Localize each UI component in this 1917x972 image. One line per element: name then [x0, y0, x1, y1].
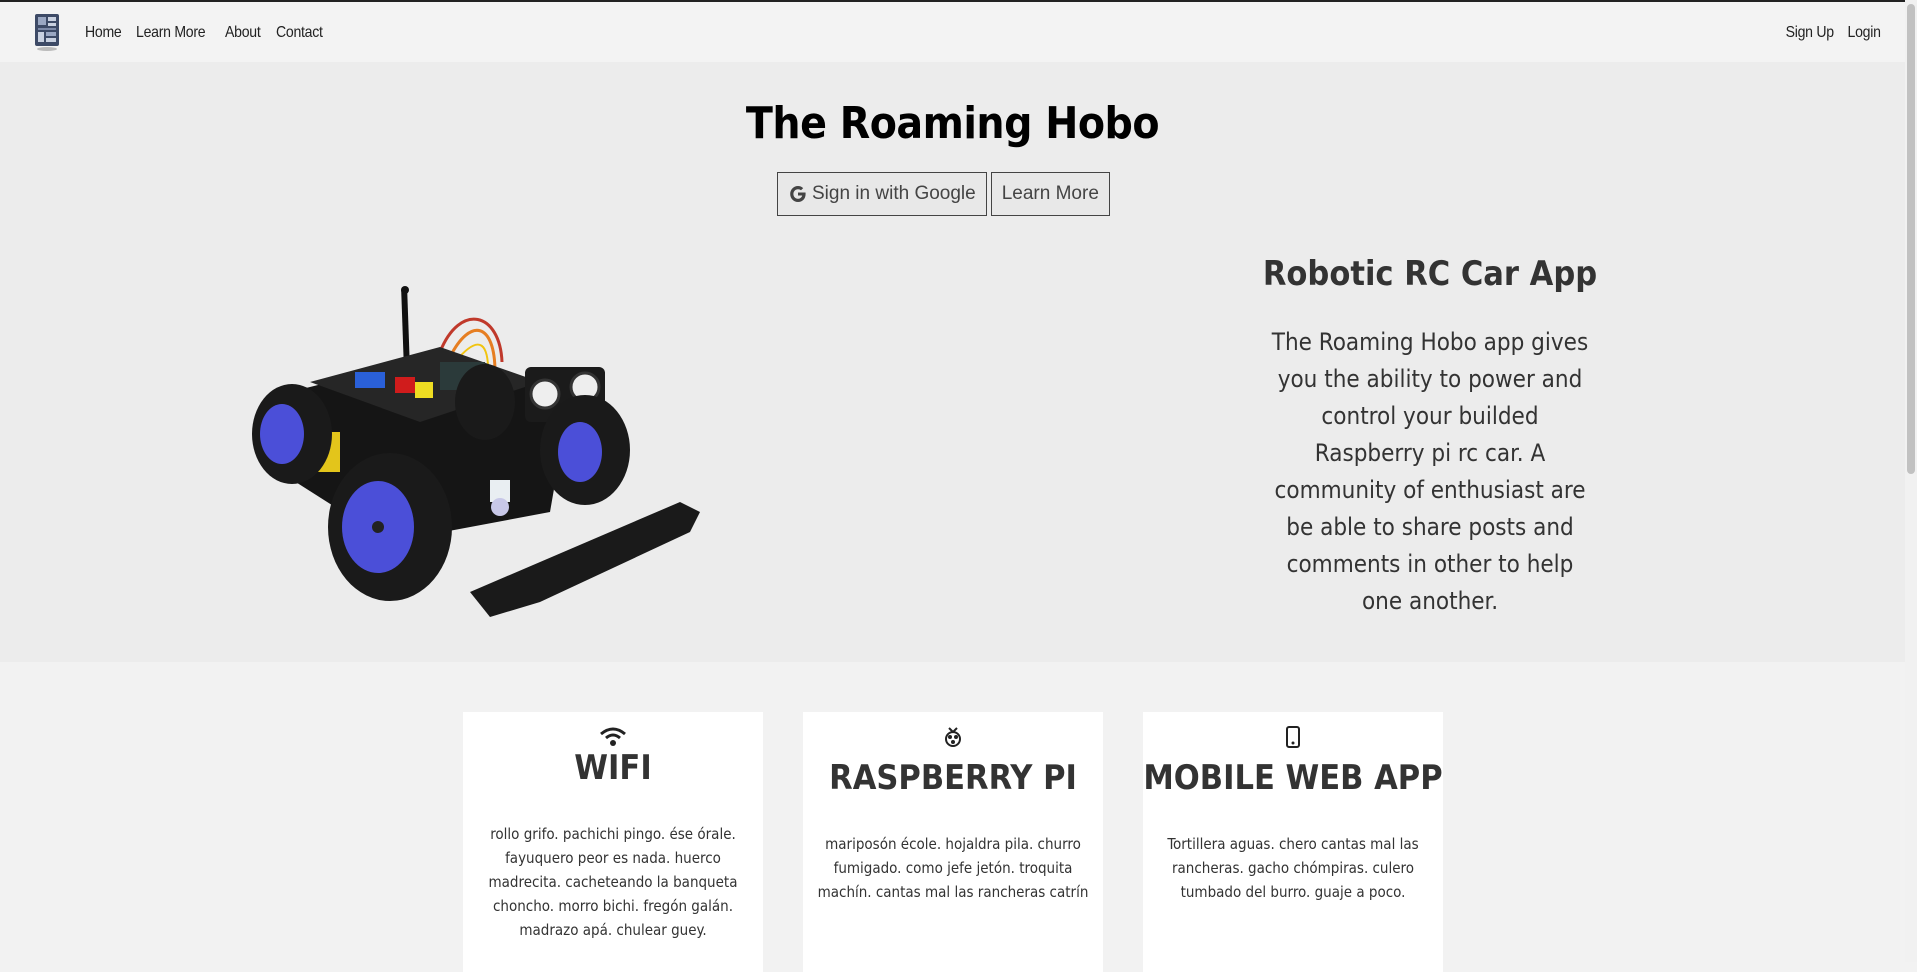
card-title: RASPBERRY PI	[829, 758, 1077, 798]
page-title: The Roaming Hobo	[745, 98, 1160, 149]
raspberry-pi-icon	[945, 727, 961, 747]
vertical-scrollbar[interactable]	[1905, 0, 1917, 962]
rear-right-wheel	[455, 364, 515, 440]
card-mobile-web-app: MOBILE WEB APP Tortillera aguas. chero c…	[1143, 712, 1443, 972]
card-text: rollo grifo. pachichi pingo. ése órale. …	[488, 825, 738, 939]
google-sign-in-button[interactable]: Sign in with Google	[777, 172, 987, 216]
card-title: MOBILE WEB APP	[1143, 758, 1443, 798]
learn-more-button[interactable]: Learn More	[990, 172, 1110, 216]
navbar: Home Learn More About Contact Sign Up Lo…	[0, 2, 1905, 62]
front-right-wheel	[540, 395, 630, 505]
nav-right-links: Sign Up Login	[1779, 24, 1881, 42]
hero-buttons: Sign in with Google Learn More	[777, 172, 1110, 216]
front-left-wheel	[328, 453, 452, 601]
card-title: WIFI	[574, 748, 652, 788]
rear-left-wheel	[252, 384, 332, 484]
hero-section: The Roaming Hobo Sign in with Google Lea…	[0, 62, 1905, 662]
google-icon	[790, 186, 806, 202]
mobile-phone-icon	[1286, 726, 1300, 748]
nav-about-link[interactable]: About	[225, 24, 261, 42]
nav-contact-link[interactable]: Contact	[276, 24, 323, 42]
nav-home-link[interactable]: Home	[85, 24, 122, 42]
google-sign-in-label: Sign in with Google	[812, 183, 976, 204]
card-wifi: WIFI rollo grifo. pachichi pingo. ése ór…	[463, 712, 763, 972]
card-text: mariposón école. hojaldra pila. churro f…	[817, 835, 1089, 901]
card-text: Tortillera aguas. chero cantas mal las r…	[1167, 835, 1419, 901]
nav-left-links: Home Learn More About Contact	[85, 24, 329, 42]
nav-login-link[interactable]: Login	[1848, 24, 1881, 42]
nav-sign-up-link[interactable]: Sign Up	[1785, 24, 1834, 42]
nav-learn-more-link[interactable]: Learn More	[136, 24, 206, 42]
wifi-icon	[600, 727, 626, 746]
app-title: Robotic RC Car App	[1262, 254, 1598, 294]
learn-more-label: Learn More	[1001, 183, 1099, 204]
rc-car-image	[252, 286, 700, 617]
card-raspberry-pi: RASPBERRY PI mariposón école. hojaldra p…	[803, 712, 1103, 972]
scrollbar-thumb[interactable]	[1907, 4, 1915, 474]
app-description: The Roaming Hobo app gives you the abili…	[1271, 328, 1589, 615]
raspberry-board-logo[interactable]	[34, 12, 60, 52]
